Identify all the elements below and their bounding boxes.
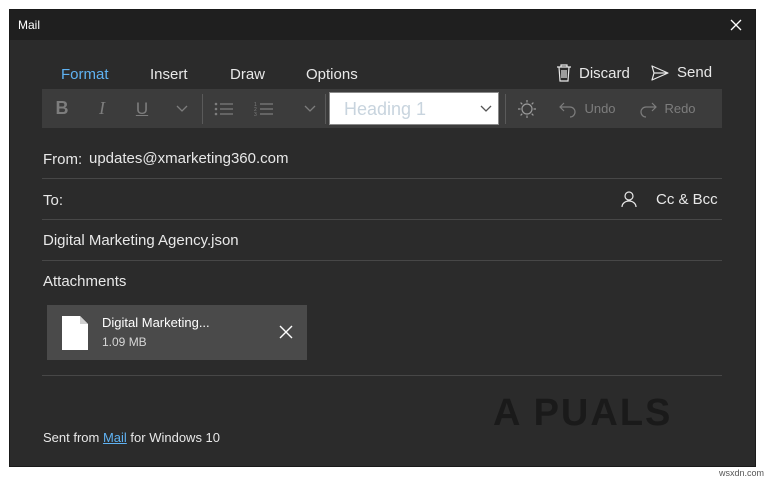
send-icon bbox=[651, 64, 669, 81]
close-icon[interactable] bbox=[727, 16, 745, 34]
send-label: Send bbox=[677, 64, 713, 81]
numbered-list-icon[interactable]: 1 2 3 bbox=[250, 89, 278, 128]
toolbar-divider bbox=[325, 94, 326, 124]
underline-icon[interactable]: U bbox=[130, 89, 154, 128]
to-input[interactable] bbox=[92, 185, 612, 213]
contacts-icon[interactable] bbox=[621, 191, 637, 208]
chevron-down-icon[interactable] bbox=[298, 89, 322, 128]
tab-format[interactable]: Format bbox=[61, 66, 109, 83]
chevron-down-icon bbox=[480, 105, 492, 112]
mail-window: Mail Format Insert Draw Options Discard … bbox=[9, 9, 756, 467]
toolbar-divider bbox=[202, 94, 203, 124]
from-address[interactable]: updates@xmarketing360.com bbox=[89, 150, 289, 167]
window-title: Mail bbox=[18, 18, 41, 32]
to-label: To: bbox=[43, 192, 64, 209]
bullet-list-icon[interactable] bbox=[210, 89, 238, 128]
discard-label: Discard bbox=[579, 64, 630, 82]
from-label: From: bbox=[43, 151, 83, 168]
signature: Sent from Mail for Windows 10 bbox=[43, 430, 220, 445]
toolbar-divider bbox=[505, 94, 506, 124]
sun-icon[interactable] bbox=[513, 89, 541, 128]
tab-draw[interactable]: Draw bbox=[230, 66, 265, 83]
undo-label: Undo bbox=[584, 101, 616, 116]
redo-icon bbox=[640, 102, 658, 118]
discard-button[interactable]: Discard bbox=[556, 64, 630, 82]
attachments-heading: Attachments bbox=[43, 273, 127, 290]
from-row[interactable]: From: updates@xmarketing360.com bbox=[42, 138, 722, 179]
cc-bcc-button[interactable]: Cc & Bcc bbox=[656, 191, 718, 208]
italic-icon[interactable]: I bbox=[90, 89, 114, 128]
title-bar: Mail bbox=[10, 10, 755, 40]
chevron-down-icon[interactable] bbox=[170, 89, 194, 128]
watermark-logo: A PUALS bbox=[493, 392, 673, 434]
paragraph-style-select[interactable]: Heading 1 bbox=[329, 92, 499, 125]
bold-icon[interactable]: B bbox=[50, 89, 74, 128]
undo-button[interactable]: Undo bbox=[554, 89, 620, 128]
undo-icon bbox=[559, 102, 576, 118]
tab-insert[interactable]: Insert bbox=[150, 66, 188, 83]
subject-row[interactable]: Digital Marketing Agency.json bbox=[42, 220, 722, 261]
send-button[interactable]: Send bbox=[651, 64, 712, 81]
ribbon-tabs: Format Insert Draw Options Discard Send bbox=[10, 40, 755, 96]
attachment-name: Digital Marketing... bbox=[102, 315, 210, 330]
tab-options[interactable]: Options bbox=[306, 66, 358, 83]
signature-suffix: for Windows 10 bbox=[126, 430, 221, 445]
attachments-divider bbox=[42, 335, 722, 376]
signature-prefix: Sent from bbox=[43, 430, 103, 445]
subject-field[interactable]: Digital Marketing Agency.json bbox=[43, 232, 239, 249]
style-value: Heading 1 bbox=[344, 99, 427, 119]
format-toolbar: B I U 1 2 3 Heading 1 Undo Redo bbox=[42, 89, 722, 128]
svg-text:3: 3 bbox=[254, 112, 257, 117]
redo-label: Redo bbox=[664, 101, 696, 116]
trash-icon bbox=[557, 64, 571, 82]
redo-button[interactable]: Redo bbox=[634, 89, 700, 128]
mail-link[interactable]: Mail bbox=[103, 430, 127, 445]
to-row: To: Cc & Bcc bbox=[42, 179, 722, 220]
